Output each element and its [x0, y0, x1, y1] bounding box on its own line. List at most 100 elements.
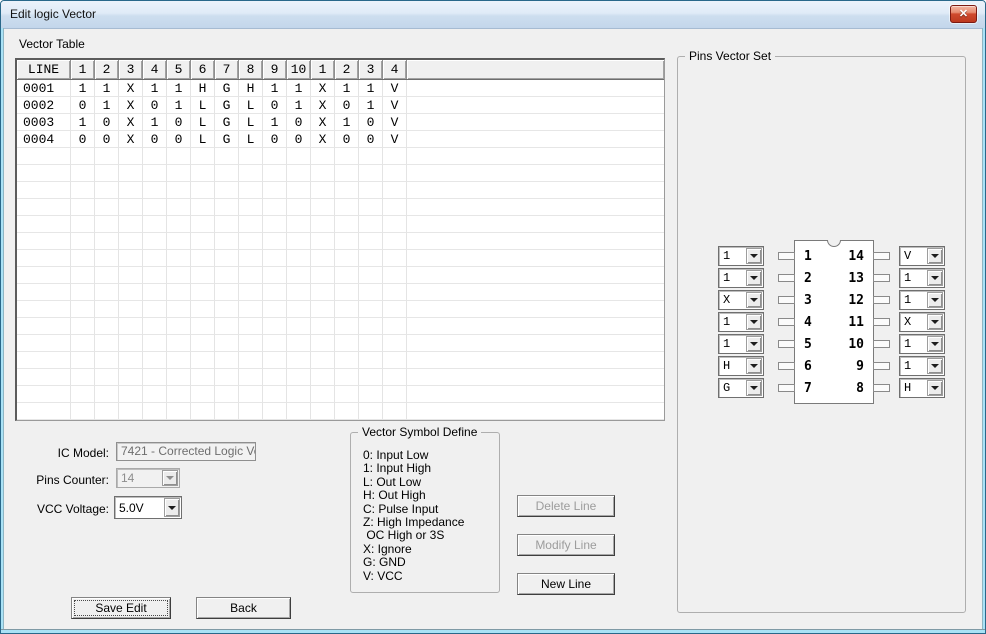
table-row[interactable] [17, 267, 664, 284]
chevron-down-icon [931, 386, 939, 390]
table-row[interactable] [17, 318, 664, 335]
pin-value: 1 [904, 337, 911, 351]
new-line-button[interactable]: New Line [517, 573, 615, 595]
table-row[interactable] [17, 199, 664, 216]
pin-1-combo[interactable]: 1 [718, 246, 764, 266]
pins-vector-set-label: Pins Vector Set [685, 49, 775, 63]
table-row[interactable] [17, 352, 664, 369]
vector-cell [167, 216, 191, 233]
pin-11-combo[interactable]: X [899, 312, 945, 332]
dropdown-button[interactable] [927, 380, 943, 396]
pin-2-combo[interactable]: 1 [718, 268, 764, 288]
vector-cell: 0 [359, 114, 383, 131]
line-number-cell [17, 267, 71, 284]
chevron-down-icon [931, 342, 939, 346]
save-edit-button[interactable]: Save Edit [71, 597, 171, 619]
vector-cell: 1 [359, 80, 383, 97]
table-row[interactable] [17, 386, 664, 403]
dropdown-button[interactable] [927, 270, 943, 286]
table-row[interactable] [17, 301, 664, 318]
vector-cell [287, 182, 311, 199]
dropdown-button[interactable] [746, 292, 762, 308]
pin-6-combo[interactable]: H [718, 356, 764, 376]
table-row[interactable]: 000111X11HGH11X11V [17, 80, 664, 97]
pin-9-combo[interactable]: 1 [899, 356, 945, 376]
vector-cell [263, 199, 287, 216]
pin-13-combo[interactable]: 1 [899, 268, 945, 288]
vector-cell: V [383, 131, 407, 148]
vcc-voltage-select[interactable]: 5.0V [114, 496, 182, 519]
vector-cell: 1 [167, 80, 191, 97]
line-number-cell: 0003 [17, 114, 71, 131]
dropdown-button[interactable] [927, 314, 943, 330]
line-number-cell [17, 369, 71, 386]
dropdown-button[interactable] [746, 248, 762, 264]
dropdown-button[interactable] [927, 336, 943, 352]
table-row[interactable] [17, 233, 664, 250]
back-button[interactable]: Back [196, 597, 291, 619]
table-row[interactable] [17, 165, 664, 182]
pin-stub [873, 340, 890, 348]
table-row[interactable] [17, 216, 664, 233]
dropdown-button[interactable] [746, 270, 762, 286]
pin-12-combo[interactable]: 1 [899, 290, 945, 310]
table-row[interactable] [17, 284, 664, 301]
pin-10-combo[interactable]: 1 [899, 334, 945, 354]
vector-cell [191, 199, 215, 216]
vector-cell [383, 216, 407, 233]
vector-cell [359, 199, 383, 216]
vcc-voltage-label: VCC Voltage: [21, 502, 109, 516]
table-row[interactable]: 000310X10LGL10X10V [17, 114, 664, 131]
pin-8-combo[interactable]: H [899, 378, 945, 398]
pin-5-combo[interactable]: 1 [718, 334, 764, 354]
vector-cell [287, 352, 311, 369]
vector-cell [191, 335, 215, 352]
vector-cell [215, 165, 239, 182]
dropdown-button[interactable] [746, 314, 762, 330]
pin-stub [778, 340, 795, 348]
pin-14-combo[interactable]: V [899, 246, 945, 266]
table-row[interactable] [17, 369, 664, 386]
vector-cell: G [215, 80, 239, 97]
column-header: 5 [167, 60, 191, 79]
table-row[interactable] [17, 182, 664, 199]
vector-cell [119, 199, 143, 216]
pin-3-combo[interactable]: X [718, 290, 764, 310]
ic-model-field[interactable]: 7421 - Corrected Logic Vect [116, 442, 256, 461]
vector-table[interactable]: LINE123456789101234 000111X11HGH11X11V00… [15, 58, 665, 421]
dropdown-button[interactable] [746, 380, 762, 396]
vector-cell [191, 369, 215, 386]
vector-cell [143, 318, 167, 335]
close-button[interactable]: ✕ [950, 5, 977, 23]
vector-cell [359, 216, 383, 233]
pin-4-combo[interactable]: 1 [718, 312, 764, 332]
pins-counter-select[interactable]: 14 [116, 468, 180, 488]
vector-cell [143, 233, 167, 250]
pin-stub [778, 274, 795, 282]
dropdown-button[interactable] [164, 498, 180, 517]
dropdown-button[interactable] [162, 470, 178, 486]
vector-cell: L [239, 114, 263, 131]
pin-stub [873, 318, 890, 326]
delete-line-button[interactable]: Delete Line [517, 495, 615, 517]
modify-line-button[interactable]: Modify Line [517, 534, 615, 556]
vector-cell: G [215, 114, 239, 131]
pin-7-combo[interactable]: G [718, 378, 764, 398]
vector-cell [335, 284, 359, 301]
dropdown-button[interactable] [927, 248, 943, 264]
dropdown-button[interactable] [746, 358, 762, 374]
table-row[interactable]: 000201X01LGL01X01V [17, 97, 664, 114]
dropdown-button[interactable] [746, 336, 762, 352]
titlebar[interactable]: Edit logic Vector ✕ [1, 1, 985, 29]
table-row[interactable] [17, 403, 664, 420]
vector-cell [71, 284, 95, 301]
vector-cell [191, 233, 215, 250]
table-row[interactable] [17, 148, 664, 165]
window-edge [1, 28, 4, 633]
table-row[interactable]: 000400X00LGL00X00V [17, 131, 664, 148]
dropdown-button[interactable] [927, 358, 943, 374]
vector-cell: 0 [335, 131, 359, 148]
dropdown-button[interactable] [927, 292, 943, 308]
table-row[interactable] [17, 335, 664, 352]
table-row[interactable] [17, 250, 664, 267]
